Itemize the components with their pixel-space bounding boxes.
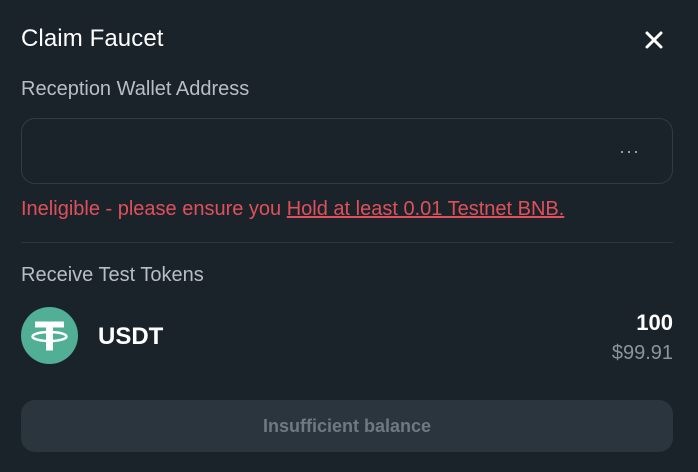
- tether-icon: [21, 307, 78, 364]
- token-usd-value: $99.91: [611, 342, 673, 364]
- wallet-address-field[interactable]: ···: [21, 118, 673, 184]
- close-icon: [645, 31, 663, 49]
- eligibility-error: Ineligible - please ensure you Hold at l…: [21, 198, 564, 221]
- token-amount: 100: [636, 310, 673, 335]
- divider: [21, 242, 673, 243]
- claim-faucet-dialog: Claim Faucet Reception Wallet Address ··…: [0, 0, 698, 472]
- token-symbol: USDT: [98, 323, 164, 350]
- hold-bnb-link[interactable]: Hold at least 0.01 Testnet BNB.: [287, 198, 565, 220]
- ellipsis-icon[interactable]: ···: [619, 142, 640, 160]
- token-row-usdt: USDT 100 $99.91: [21, 307, 673, 367]
- eligibility-error-text: Ineligible - please ensure you: [21, 198, 287, 220]
- insufficient-balance-button[interactable]: Insufficient balance: [21, 400, 673, 452]
- dialog-title: Claim Faucet: [21, 25, 164, 52]
- close-button[interactable]: [640, 26, 668, 54]
- wallet-address-label: Reception Wallet Address: [21, 78, 250, 100]
- receive-tokens-label: Receive Test Tokens: [21, 264, 204, 286]
